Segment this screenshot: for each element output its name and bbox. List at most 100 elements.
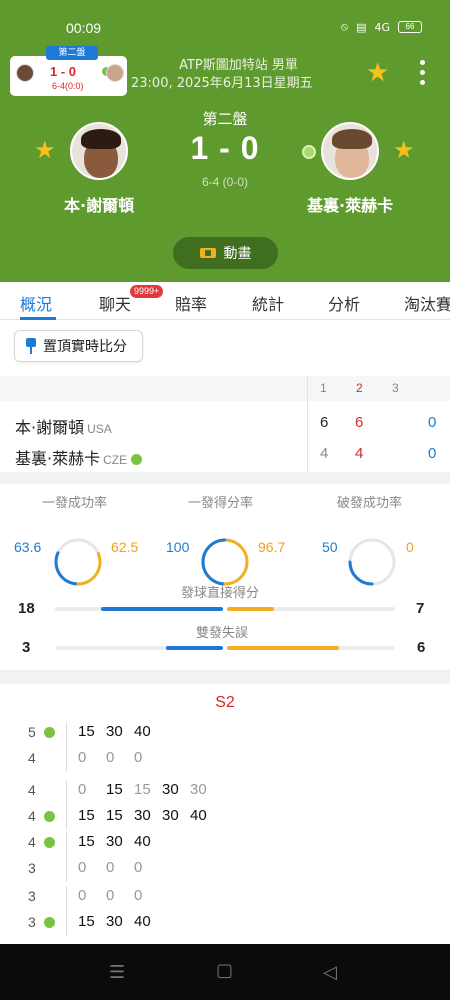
ring-arc-p1: [201, 538, 227, 586]
pin-icon: [25, 338, 37, 354]
point-score: 0: [78, 887, 87, 904]
set-header-3: 3: [392, 381, 399, 395]
column-divider: [307, 376, 308, 472]
point-score: 40: [190, 807, 207, 824]
point-score: 0: [106, 749, 115, 766]
pbp-set-title: S2: [215, 694, 235, 711]
point-score: 40: [134, 833, 151, 850]
tab-knockout[interactable]: 淘汰賽: [404, 291, 450, 315]
tournament-title: ATP斯圖加特站 男單: [179, 58, 298, 73]
serving-check-icon: [131, 454, 143, 465]
player1-name[interactable]: 本·謝爾頓: [64, 192, 134, 216]
match-datetime: 23:00, 2025年6月13日星期五: [131, 76, 313, 91]
mute-icon: ⦸: [340, 20, 349, 33]
serving-ball-icon: [302, 145, 316, 159]
more-menu-icon[interactable]: [418, 60, 426, 85]
point-score: 15: [78, 913, 95, 930]
point-score: 0: [78, 859, 87, 876]
recent-apps-icon[interactable]: ☰: [109, 962, 125, 983]
chat-count-badge: 9999+: [130, 285, 164, 298]
game-count-top: 5: [28, 724, 36, 740]
back-icon[interactable]: ◁: [323, 962, 337, 983]
tab-odds[interactable]: 賠率: [175, 291, 207, 315]
player1-mini-avatar: [16, 64, 34, 82]
animation-icon: [199, 248, 216, 258]
point-score: 40: [134, 913, 151, 930]
ring-first-serve-won: [201, 538, 249, 586]
game-count-top: 4: [28, 834, 36, 850]
ring-arc-p2: [223, 538, 249, 586]
point-score: 0: [106, 859, 115, 876]
game-count-bottom: 3: [28, 860, 36, 876]
point-score: 15: [134, 781, 151, 798]
animation-label: 動畫: [223, 246, 252, 262]
mini-scoreboard[interactable]: 第二盤 1 - 0 6-4(0:0): [10, 46, 127, 96]
point-score: 15: [106, 781, 123, 798]
point-score: 0: [134, 859, 143, 876]
point-score: 0: [134, 749, 143, 766]
df-bar-p1: [166, 646, 223, 650]
aces-p1: 18: [18, 600, 35, 617]
tab-bar: 概況 聊天 賠率 統計 分析 淘汰賽: [0, 282, 450, 320]
player2-row[interactable]: 基裏·萊赫卡 CZE: [15, 445, 143, 469]
pin-live-score-button[interactable]: 置頂實時比分: [14, 330, 143, 362]
point-score: 15: [106, 807, 123, 824]
set-score: 1 - 0: [190, 130, 260, 166]
status-icons: ⦸ ▤ 4G 66: [341, 20, 422, 34]
point-score: 30: [162, 807, 179, 824]
score-table-header: 1 2 3: [0, 376, 450, 401]
pbp-game: 3 0 0 0 3 15 30 40: [0, 884, 450, 936]
player1-row-name: 本·謝爾頓: [15, 418, 85, 437]
player2-set1: 4: [320, 445, 329, 462]
stat-label-first-serve-in: 一發成功率: [42, 496, 108, 511]
pbp-game: 4 15 30 40 3 0 0 0: [0, 830, 450, 882]
tab-stats[interactable]: 統計: [252, 291, 284, 315]
tab-analysis[interactable]: 分析: [328, 291, 360, 315]
favorite-player1-star-icon[interactable]: ★: [34, 138, 56, 162]
stat-first-serve-in-p2: 62.5: [111, 539, 139, 555]
point-score: 0: [78, 781, 87, 798]
point-score: 0: [78, 749, 87, 766]
ring-first-serve-in: [54, 538, 102, 586]
player1-row[interactable]: 本·謝爾頓 USA: [15, 414, 112, 438]
player1-avatar[interactable]: [70, 122, 128, 180]
player2-avatar[interactable]: [321, 122, 379, 180]
player2-name[interactable]: 基裏·萊赫卡: [307, 192, 393, 216]
game-divider: [66, 832, 67, 882]
favorite-match-star-icon[interactable]: ★: [366, 60, 389, 86]
stat-first-serve-won-p1: 100: [166, 539, 190, 555]
player1-current-game: 0: [428, 414, 437, 431]
aces-label: 發球直接得分: [181, 586, 260, 601]
tab-overview[interactable]: 概況: [20, 291, 52, 315]
match-screen: 00:09 ⦸ ▤ 4G 66 第二盤 1 - 0 6-4(0:0) ATP斯圖…: [0, 0, 450, 1000]
current-set-label: 第二盤: [202, 110, 248, 128]
player1-set1: 6: [320, 414, 329, 431]
home-icon[interactable]: ▢: [216, 960, 233, 981]
section-divider: [0, 670, 450, 684]
point-by-point: S2 5 15 30 40 4 0 0 0 4 0 15 15 30 30 4 15 15 30 30 40 4 15 30…: [0, 684, 450, 944]
game-count-top: 4: [28, 782, 36, 798]
favorite-player2-star-icon[interactable]: ★: [393, 138, 415, 162]
status-bar: 00:09 ⦸ ▤ 4G 66: [0, 0, 450, 52]
stat-label-break-points: 破發成功率: [337, 496, 403, 511]
game-count-bottom: 3: [28, 914, 36, 930]
aces-p2: 7: [416, 600, 425, 617]
pbp-game: 5 15 30 40 4 0 0 0: [0, 720, 450, 772]
game-won-check-icon: [44, 811, 55, 822]
active-tab-indicator: [20, 317, 56, 320]
game-divider: [66, 780, 67, 830]
pbp-game: 4 0 15 15 30 30 4 15 15 30 30 40: [0, 778, 450, 830]
section-divider: [0, 472, 450, 484]
mini-set-tag: 第二盤: [46, 46, 98, 60]
wifi-icon: ▤: [356, 20, 367, 34]
point-score: 15: [78, 807, 95, 824]
mini-score: 1 - 0: [50, 64, 77, 79]
animation-button[interactable]: 動畫: [173, 237, 278, 269]
player2-current-game: 0: [428, 445, 437, 462]
point-score: 0: [106, 887, 115, 904]
tab-chat[interactable]: 聊天: [99, 291, 131, 315]
point-score: 30: [190, 781, 207, 798]
game-divider: [66, 886, 67, 936]
player2-country: CZE: [103, 453, 128, 467]
player1-set2: 6: [355, 414, 364, 431]
